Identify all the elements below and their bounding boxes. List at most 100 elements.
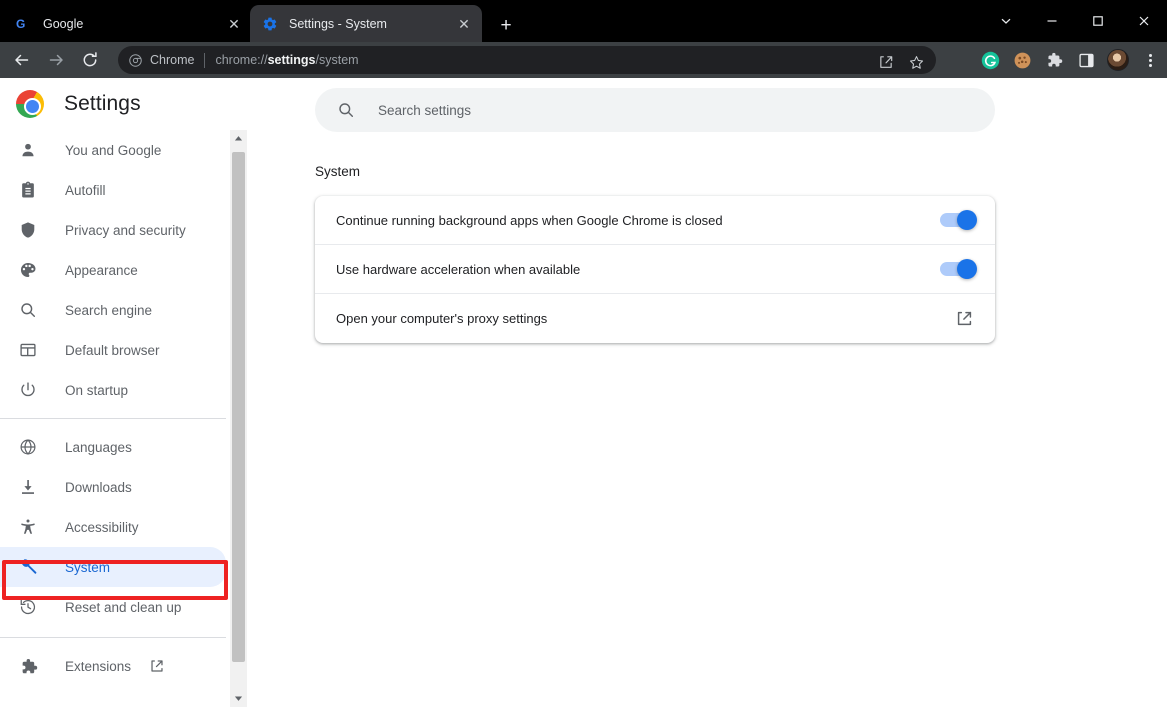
address-bar[interactable]: Chrome chrome://settings/system xyxy=(118,46,936,74)
row-label: Use hardware acceleration when available xyxy=(336,261,581,277)
sidebar-item-languages[interactable]: Languages xyxy=(0,427,232,467)
close-button[interactable] xyxy=(1121,0,1167,42)
open-in-new-icon[interactable] xyxy=(954,309,974,329)
new-tab-button[interactable]: + xyxy=(492,11,520,39)
search-icon xyxy=(336,100,356,120)
site-chip: Chrome xyxy=(128,53,194,68)
sidebar-item-downloads[interactable]: Downloads xyxy=(0,467,232,507)
back-button[interactable] xyxy=(8,46,36,74)
tab-search-button[interactable] xyxy=(983,0,1029,42)
google-g-icon xyxy=(16,16,32,32)
scroll-up-arrow-icon[interactable] xyxy=(230,130,247,147)
row-label: Continue running background apps when Go… xyxy=(336,212,723,228)
forward-button[interactable] xyxy=(42,46,70,74)
settings-header: Settings xyxy=(0,78,232,130)
sidebar-item-accessibility[interactable]: Accessibility xyxy=(0,507,232,547)
chrome-logo-icon xyxy=(16,90,44,118)
puzzle-icon xyxy=(18,656,38,676)
window-controls xyxy=(983,0,1167,42)
sidebar-item-label: Extensions xyxy=(65,658,132,674)
tab-google[interactable]: Google ✕ xyxy=(4,5,252,42)
scroll-down-arrow-icon[interactable] xyxy=(230,690,247,707)
sidebar-item-system[interactable]: System xyxy=(0,547,226,587)
search-icon xyxy=(18,300,38,320)
minimize-button[interactable] xyxy=(1029,0,1075,42)
toolbar-actions xyxy=(972,46,1164,74)
sidebar-scrollbar[interactable] xyxy=(230,130,247,707)
sidebar-item-label: Appearance xyxy=(65,262,138,278)
shield-icon xyxy=(18,220,38,240)
sidebar-item-search-engine[interactable]: Search engine xyxy=(0,290,232,330)
clipboard-icon xyxy=(18,180,38,200)
system-settings-card: Continue running background apps when Go… xyxy=(315,196,995,343)
tab-strip: Google ✕ Settings - System ✕ + xyxy=(0,0,1167,42)
row-label: Open your computer's proxy settings xyxy=(336,311,548,326)
browser-window-icon xyxy=(18,340,38,360)
sidebar-divider xyxy=(0,637,226,638)
history-restore-icon xyxy=(18,597,38,617)
sidebar-item-label: Privacy and security xyxy=(65,222,186,238)
sidebar-item-you-and-google[interactable]: You and Google xyxy=(0,130,232,170)
url-scheme: chrome:// xyxy=(215,53,268,67)
omnibox-actions xyxy=(872,48,932,76)
maximize-button[interactable] xyxy=(1075,0,1121,42)
globe-icon xyxy=(18,437,38,457)
profile-avatar[interactable] xyxy=(1104,46,1132,74)
sidebar-item-default-browser[interactable]: Default browser xyxy=(0,330,232,370)
power-icon xyxy=(18,380,38,400)
url-path: /system xyxy=(315,53,359,67)
download-icon xyxy=(18,477,38,497)
palette-icon xyxy=(18,260,38,280)
tab-close-button[interactable]: ✕ xyxy=(454,14,474,34)
url-host: settings xyxy=(267,53,316,67)
extensions-puzzle-icon[interactable] xyxy=(1040,46,1068,74)
sidebar-item-label: On startup xyxy=(65,382,129,398)
sidebar-item-label: Default browser xyxy=(65,342,160,358)
sidebar-item-appearance[interactable]: Appearance xyxy=(0,250,232,290)
sidebar-item-label: You and Google xyxy=(65,142,162,158)
settings-gear-icon xyxy=(262,16,278,32)
sidebar-item-reset-and-clean-up[interactable]: Reset and clean up xyxy=(0,587,232,627)
row-hardware-acceleration[interactable]: Use hardware acceleration when available xyxy=(315,245,995,294)
grammarly-extension-icon[interactable] xyxy=(976,46,1004,74)
chrome-icon xyxy=(128,53,143,68)
tab-close-button[interactable]: ✕ xyxy=(224,14,244,34)
settings-sidebar: You and Google Autofill Privacy and secu… xyxy=(0,130,232,707)
person-icon xyxy=(18,140,38,160)
chrome-menu-icon[interactable] xyxy=(1136,46,1164,74)
page-title: Settings xyxy=(64,92,141,115)
hardware-acceleration-toggle[interactable] xyxy=(940,259,977,279)
row-background-apps[interactable]: Continue running background apps when Go… xyxy=(315,196,995,245)
cookie-extension-icon[interactable] xyxy=(1008,46,1036,74)
sidebar-item-privacy-and-security[interactable]: Privacy and security xyxy=(0,210,232,250)
star-icon[interactable] xyxy=(902,48,930,76)
scrollbar-thumb[interactable] xyxy=(232,152,245,662)
tab-title: Settings - System xyxy=(289,16,387,31)
sidebar-item-label: Autofill xyxy=(65,182,106,198)
tab-settings-system[interactable]: Settings - System ✕ xyxy=(250,5,482,42)
background-apps-toggle[interactable] xyxy=(940,210,977,230)
address-bar-url: chrome://settings/system xyxy=(215,53,358,67)
sidebar-item-autofill[interactable]: Autofill xyxy=(0,170,232,210)
search-input[interactable] xyxy=(378,102,938,118)
search-settings-bar[interactable] xyxy=(315,88,995,132)
sidebar-item-on-startup[interactable]: On startup xyxy=(0,370,232,410)
sidebar-item-label: Downloads xyxy=(65,479,132,495)
browser-window: Google ✕ Settings - System ✕ + Chrome ch… xyxy=(0,0,1167,707)
settings-main: System Continue running background apps … xyxy=(247,78,1167,707)
settings-page: Settings You and Google Autofill Privacy… xyxy=(0,78,1167,707)
sidebar-item-extensions[interactable]: Extensions xyxy=(0,646,232,686)
sidebar-item-label: Languages xyxy=(65,439,132,455)
open-in-new-icon xyxy=(149,658,165,674)
side-panel-icon[interactable] xyxy=(1072,46,1100,74)
share-icon[interactable] xyxy=(872,48,900,76)
sidebar-divider xyxy=(0,418,226,419)
wrench-icon xyxy=(18,557,38,577)
row-proxy-settings[interactable]: Open your computer's proxy settings xyxy=(315,294,995,343)
accessibility-icon xyxy=(18,517,38,537)
section-title: System xyxy=(315,164,361,179)
sidebar-item-label: Accessibility xyxy=(65,519,139,535)
site-chip-label: Chrome xyxy=(150,53,195,67)
reload-button[interactable] xyxy=(76,46,104,74)
omnibox-divider xyxy=(204,52,206,68)
